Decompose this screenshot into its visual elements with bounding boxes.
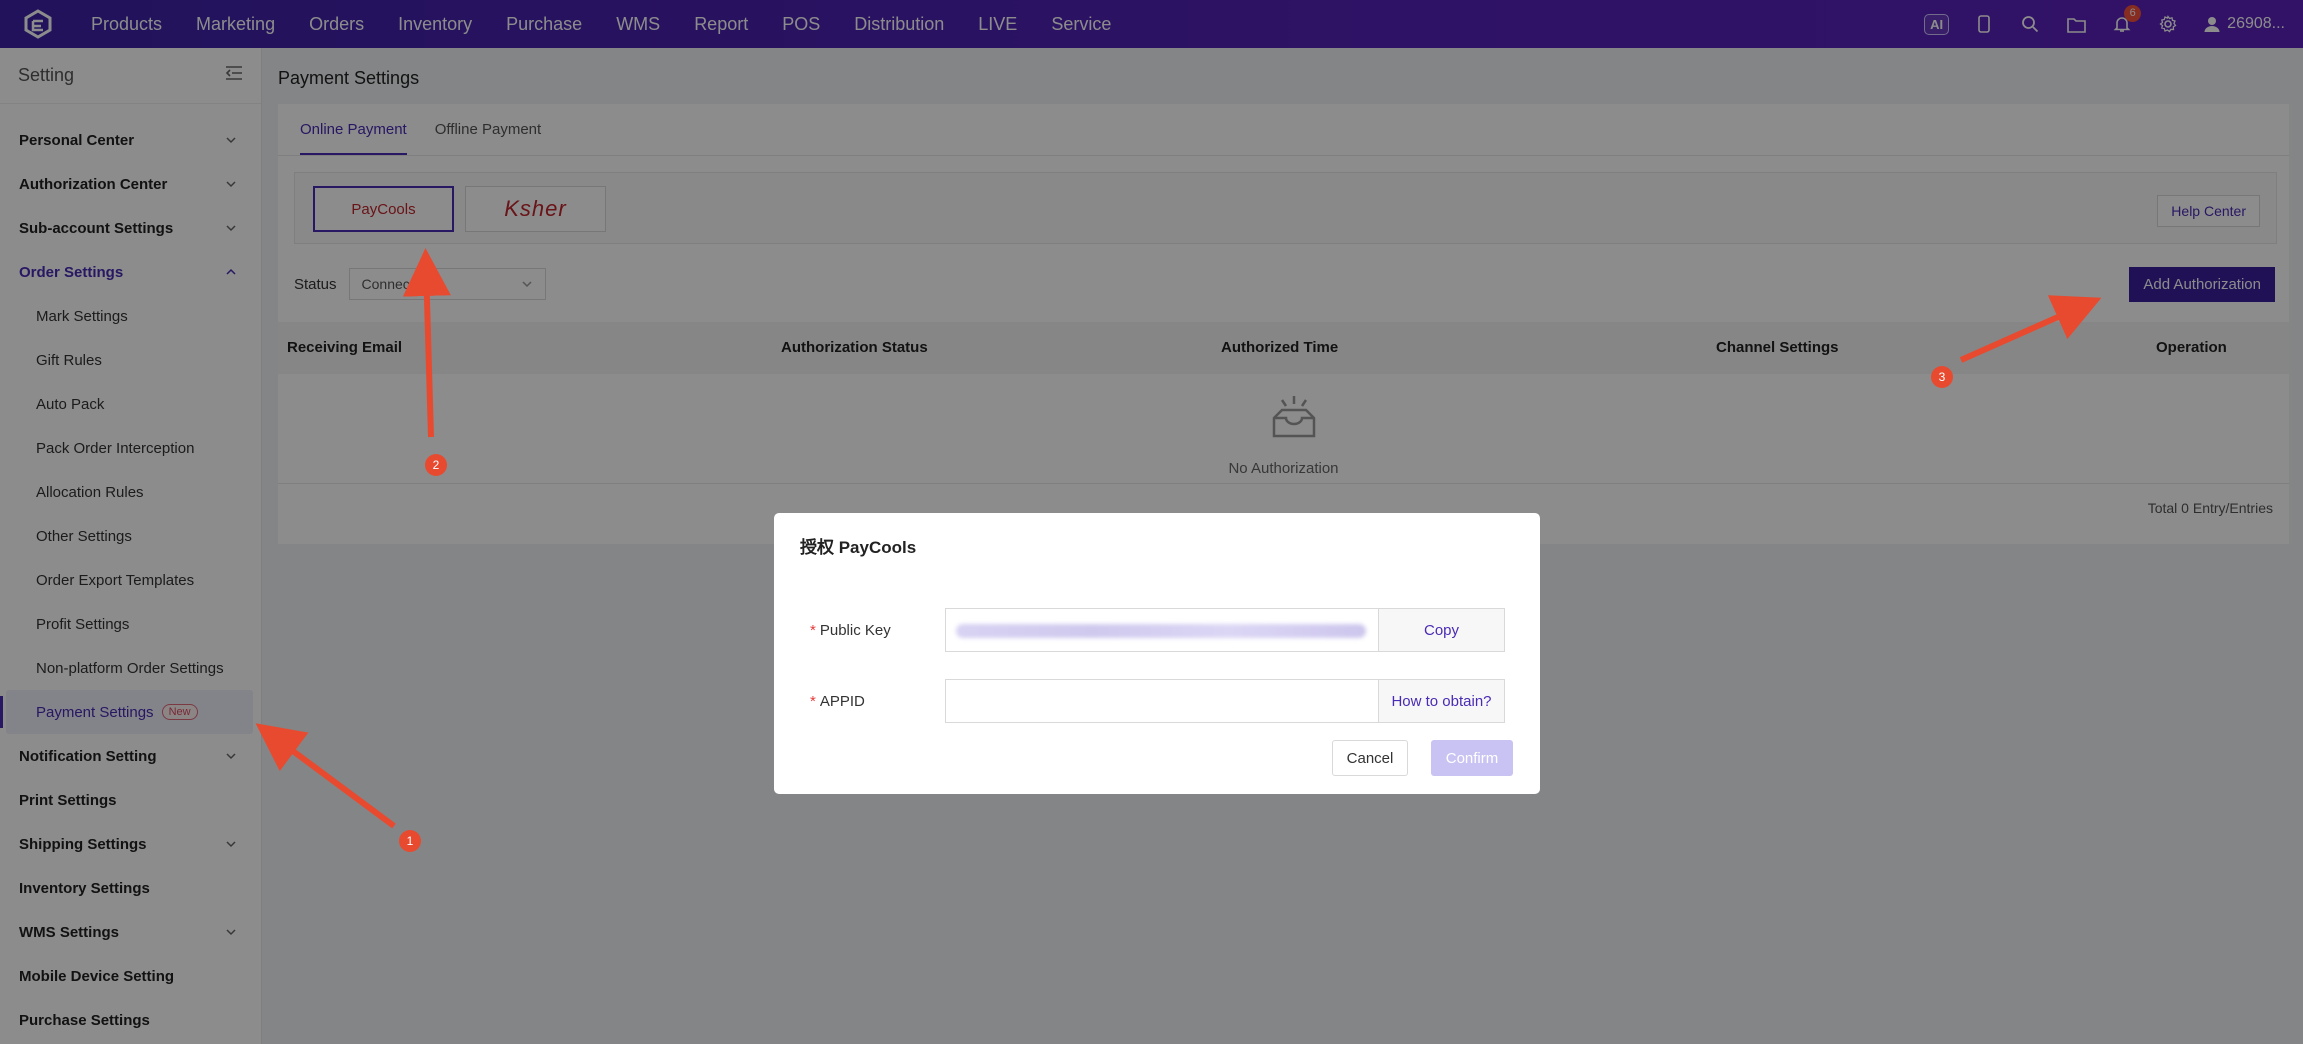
annotation-badge-1: 1: [399, 830, 421, 852]
how-to-obtain-button[interactable]: How to obtain?: [1379, 679, 1505, 723]
confirm-button[interactable]: Confirm: [1431, 740, 1513, 776]
copy-button[interactable]: Copy: [1379, 608, 1505, 652]
appid-row: * APPID How to obtain?: [810, 679, 1505, 723]
public-key-label-text: Public Key: [819, 621, 891, 639]
authorize-paycools-dialog: 授权 PayCools * Public Key Copy * APPID How …: [774, 513, 1540, 794]
appid-input[interactable]: [945, 679, 1379, 723]
redacted-public-key: [956, 624, 1366, 638]
required-asterisk: *: [810, 621, 816, 639]
public-key-label: * Public Key: [810, 622, 945, 639]
annotation-badge-2: 2: [425, 454, 447, 476]
appid-label-text: APPID: [819, 692, 865, 710]
public-key-row: * Public Key Copy: [810, 608, 1505, 652]
cancel-button[interactable]: Cancel: [1332, 740, 1408, 776]
required-asterisk: *: [810, 692, 816, 710]
dialog-title: 授权 PayCools: [800, 538, 917, 557]
appid-label: * APPID: [810, 693, 945, 710]
annotation-badge-3: 3: [1931, 366, 1953, 388]
public-key-field[interactable]: [945, 608, 1379, 652]
